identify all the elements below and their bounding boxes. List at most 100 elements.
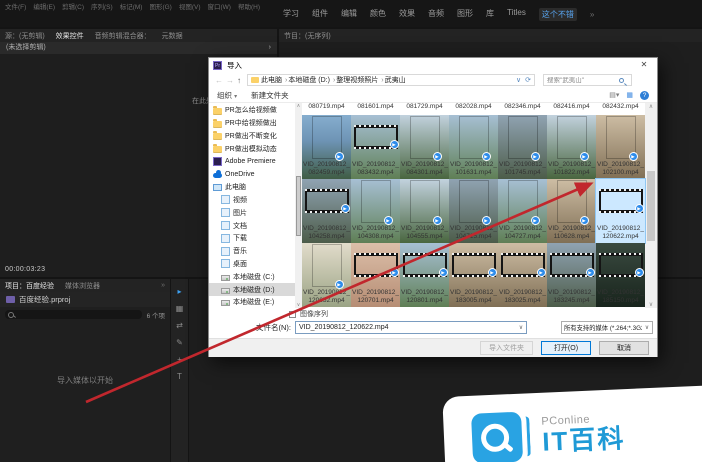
file-item[interactable]: ▶ VID_20190812_ 101745.mp4 xyxy=(498,115,547,179)
breadcrumb-segment[interactable]: 本地磁盘 (D:) › xyxy=(288,75,336,85)
file-item[interactable]: ▶ VID_20190812_ 110628.mp4 xyxy=(547,179,596,243)
project-file-row[interactable]: 百度经验.prproj xyxy=(0,292,170,307)
workspace-tab[interactable]: 学习 xyxy=(283,8,299,21)
nav-tree-item[interactable]: 本地磁盘 (D:) xyxy=(209,283,295,296)
menu-item[interactable]: 文件(F) xyxy=(5,1,26,11)
menu-item[interactable]: 视图(V) xyxy=(179,1,201,11)
file-item-partial[interactable]: 082416.mp4 xyxy=(547,103,596,115)
tool-icon[interactable]: T xyxy=(177,373,182,381)
panel-tab[interactable]: 媒体浏览器 xyxy=(65,281,100,291)
menu-item[interactable]: 标记(M) xyxy=(120,1,143,11)
tool-icon[interactable]: ▦ xyxy=(176,305,184,313)
nav-tree-item[interactable]: OneDrive xyxy=(209,168,295,181)
nav-tree-item[interactable]: PR做出模拟动态 xyxy=(209,142,295,155)
panel-tab[interactable]: 项目：百度经验 xyxy=(5,281,54,291)
panel-tab[interactable]: 效果控件 xyxy=(56,31,84,41)
panel-tab[interactable]: 源：(无剪辑) xyxy=(5,31,45,41)
file-item[interactable]: ▶ VID_20190812_ 104308.mp4 xyxy=(351,179,400,243)
nav-tree-item[interactable]: 下载 xyxy=(209,232,295,245)
file-item[interactable]: ▶ VID_20190812_ 120801.mp4 xyxy=(400,243,449,307)
file-item[interactable]: ▶ VID_20190812_ 183005.mp4 xyxy=(449,243,498,307)
file-item[interactable]: ▶ VID_20190812_ 101822.mp4 xyxy=(547,115,596,179)
tool-icon[interactable]: ▸ xyxy=(177,288,181,296)
nav-tree-item[interactable]: 桌面 xyxy=(209,258,295,271)
file-item-partial[interactable]: 082346.mp4 xyxy=(498,103,547,115)
workspace-tab[interactable]: 颜色 xyxy=(370,8,386,21)
tool-icon[interactable]: + xyxy=(177,356,182,364)
breadcrumb[interactable]: 此电脑› 本地磁盘 (D:)› 整理视频照片› 武夷山› ∨ ⟳ xyxy=(247,74,535,86)
nav-tree-item[interactable]: PR中给视频做出 xyxy=(209,117,295,130)
chevron-down-icon[interactable]: ∨ xyxy=(642,324,652,331)
nav-scrollbar[interactable]: ∧ ∨ xyxy=(295,103,302,308)
workspace-tab[interactable]: Titles xyxy=(507,8,526,21)
checkbox-icon[interactable] xyxy=(289,310,296,318)
nav-tree-item[interactable]: 视频 xyxy=(209,194,295,207)
file-item[interactable]: ▶ VID_20190812_ 083432.mp4 xyxy=(351,115,400,179)
workspace-tab[interactable]: 这个不错 xyxy=(538,8,577,21)
breadcrumb-segment[interactable]: 此电脑 › xyxy=(261,75,288,85)
nav-tree-item[interactable]: Adobe Premiere xyxy=(209,155,295,168)
forward-icon[interactable]: → xyxy=(226,76,234,85)
nav-tree-item[interactable]: 本地磁盘 (C:) xyxy=(209,270,295,283)
nav-tree-item[interactable]: PR怎么给视频做 xyxy=(209,104,295,117)
workspace-tab[interactable]: 图形 xyxy=(457,8,473,21)
thumbnail-view-icon[interactable]: ▦ xyxy=(626,91,633,99)
dialog-button[interactable]: 打开(O) xyxy=(541,341,591,355)
workspace-tab[interactable]: 库 xyxy=(486,8,494,21)
panel-overflow-icon[interactable]: » xyxy=(161,282,165,289)
menu-item[interactable]: 窗口(W) xyxy=(208,1,231,11)
grid-scrollbar[interactable]: ∧ ∨ xyxy=(645,103,657,308)
filename-input[interactable] xyxy=(296,324,516,331)
file-item-partial[interactable]: 081729.mp4 xyxy=(400,103,449,115)
file-item-partial[interactable]: 080719.mp4 xyxy=(302,103,351,115)
filename-combobox[interactable]: ∨ xyxy=(295,321,527,334)
search-box[interactable] xyxy=(543,74,632,86)
file-item[interactable]: ▶ VID_20190812_ 102100.mp4 xyxy=(596,115,645,179)
nav-tree-item[interactable]: 音乐 xyxy=(209,245,295,258)
address-dropdown-icon[interactable]: ∨ xyxy=(516,76,521,84)
refresh-icon[interactable]: ⟳ xyxy=(525,76,531,84)
chevron-right-icon[interactable]: › xyxy=(269,42,271,54)
tool-icon[interactable]: ⇄ xyxy=(176,322,183,330)
file-item[interactable]: ▶ VID_20190812_ 120622.mp4 xyxy=(595,178,646,244)
nav-tree-item[interactable]: PR做出不断变化 xyxy=(209,130,295,143)
new-folder-button[interactable]: 新建文件夹 xyxy=(251,90,289,101)
back-icon[interactable]: ← xyxy=(215,76,223,85)
workspace-tab[interactable]: 组件 xyxy=(312,8,328,21)
organize-button[interactable]: 组织 ▾ xyxy=(217,90,237,101)
panel-tab[interactable]: 音频剪辑混合器： xyxy=(95,31,151,41)
scroll-down-icon[interactable]: ∨ xyxy=(649,301,653,308)
search-icon[interactable] xyxy=(619,77,624,83)
menu-item[interactable]: 图形(G) xyxy=(149,1,171,11)
panel-tab[interactable]: 元数据 xyxy=(162,31,183,41)
file-item-partial[interactable]: 081601.mp4 xyxy=(351,103,400,115)
help-icon[interactable]: ? xyxy=(640,90,649,100)
file-item[interactable]: ▶ VID_20190812_ 183025.mp4 xyxy=(498,243,547,307)
chevron-down-icon[interactable]: ∨ xyxy=(516,324,526,331)
close-icon[interactable]: ✕ xyxy=(631,58,657,72)
menu-item[interactable]: 剪辑(C) xyxy=(62,1,84,11)
file-item-partial[interactable]: 082432.mp4 xyxy=(596,103,645,115)
file-item[interactable]: ▶ VID_20190812_ 183245.mp4 xyxy=(547,243,596,307)
file-item[interactable]: ▶ VID_20190812_ 185150.mp4 xyxy=(596,243,645,307)
file-item[interactable]: ▶ VID_20190812_ 104258.mp4 xyxy=(302,179,351,243)
menu-item[interactable]: 编辑(E) xyxy=(33,1,55,11)
workspace-overflow-icon[interactable]: » xyxy=(590,10,594,19)
scroll-up-icon[interactable]: ∧ xyxy=(649,103,653,110)
scroll-up-icon[interactable]: ∧ xyxy=(297,103,301,109)
nav-tree-item[interactable]: 本地磁盘 (E:) xyxy=(209,296,295,308)
file-item[interactable]: ▶ VID_20190812_ 120701.mp4 xyxy=(351,243,400,307)
dialog-titlebar[interactable]: Pr 导入 ✕ xyxy=(209,58,657,72)
workspace-tab[interactable]: 音频 xyxy=(428,8,444,21)
scrollbar-thumb[interactable] xyxy=(296,175,301,236)
scroll-down-icon[interactable]: ∨ xyxy=(297,302,301,308)
file-item[interactable]: ▶ VID_20190812_ 101631.mp4 xyxy=(449,115,498,179)
dialog-button[interactable]: 导入文件夹 xyxy=(480,341,533,355)
file-item[interactable]: ▶ VID_20190812_ 104727.mp4 xyxy=(498,179,547,243)
workspace-tab[interactable]: 编辑 xyxy=(341,8,357,21)
file-item-partial[interactable]: 082028.mp4 xyxy=(449,103,498,115)
file-item[interactable]: ▶ VID_20190812_ 104715.mp4 xyxy=(449,179,498,243)
file-item[interactable]: ▶ VID_20190812_ 104555.mp4 xyxy=(400,179,449,243)
search-input[interactable] xyxy=(547,76,619,84)
breadcrumb-segment[interactable]: 武夷山› xyxy=(385,75,406,85)
